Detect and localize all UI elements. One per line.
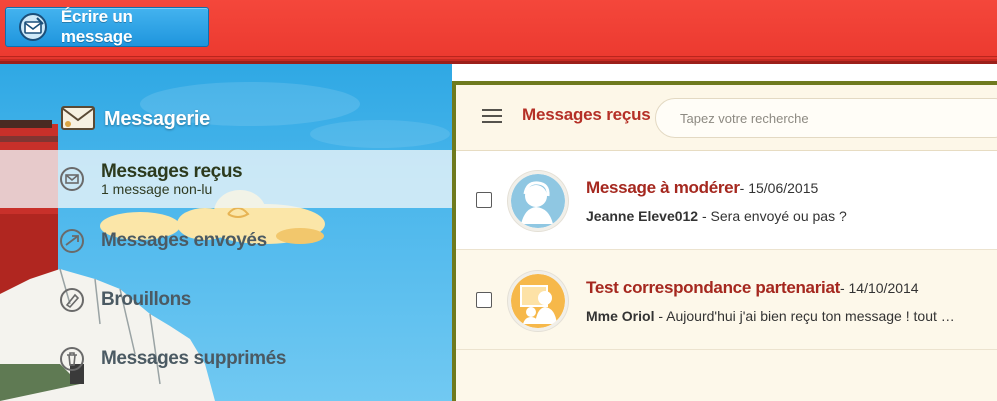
compose-message-button[interactable]: Écrire un message: [5, 7, 209, 47]
sidebar-item-brouillons[interactable]: Brouillons: [0, 271, 452, 329]
avatar: [508, 271, 568, 331]
message-subject: Message à modérer: [586, 178, 740, 197]
compose-button-label: Écrire un message: [60, 7, 133, 46]
envelope-icon: [60, 102, 96, 136]
unread-count-text: 1 message non-lu: [101, 180, 213, 197]
sidebar-item-label: Messages reçus: [101, 160, 243, 182]
sidebar-item-messages-recus[interactable]: Messages reçus 1 message non-lu: [0, 150, 452, 208]
top-bar: Écrire un message: [0, 0, 997, 57]
sidebar-item-messages-supprimes[interactable]: Messages supprimés: [0, 330, 452, 388]
trash-icon: [58, 345, 86, 373]
message-preview: Jeanne Eleve012 - Sera envoyé ou pas ?: [586, 208, 991, 224]
sidebar-item-label: Messages envoyés: [101, 230, 267, 251]
avatar: [508, 171, 568, 231]
message-header: Test correspondance partenariat - 14/10/…: [586, 278, 919, 298]
message-preview-text: - Aujourd'hui j'ai bien reçu ton message…: [654, 308, 955, 324]
message-preview-text: - Sera envoyé ou pas ?: [698, 208, 847, 224]
sidebar-item-label: Messages supprimés: [101, 348, 286, 369]
inbox-icon: [58, 165, 86, 193]
sidebar-navigation: Messagerie Messages reçus 1 message non-…: [0, 64, 452, 401]
message-date: - 14/10/2014: [839, 280, 919, 296]
messagerie-title-label: Messagerie: [104, 107, 210, 130]
message-date: - 15/06/2015: [739, 180, 819, 196]
draft-icon: [58, 286, 86, 314]
sidebar-item-messages-envoyes[interactable]: Messages envoyés: [0, 212, 452, 270]
message-sender: Jeanne Eleve012: [586, 208, 699, 224]
hamburger-icon[interactable]: [482, 109, 502, 125]
search-input[interactable]: [655, 98, 997, 138]
send-icon: [58, 227, 86, 255]
message-sender: Mme Oriol: [586, 308, 655, 324]
sidebar-item-label: Brouillons: [101, 289, 191, 310]
compose-mail-icon: [16, 10, 50, 44]
message-checkbox[interactable]: [476, 192, 492, 208]
message-row[interactable]: Message à modérer - 15/06/2015 Jeanne El…: [456, 151, 997, 250]
messagerie-title: Messagerie: [60, 102, 210, 136]
message-list-panel: Messages reçus Message à modérer - 15/06…: [452, 81, 997, 401]
message-row[interactable]: Test correspondance partenariat - 14/10/…: [456, 251, 997, 350]
top-bar-stripe: [0, 57, 997, 64]
message-preview: Mme Oriol - Aujourd'hui j'ai bien reçu t…: [586, 308, 991, 324]
page-title: Messages reçus: [522, 105, 651, 124]
message-list-header: Messages reçus: [456, 85, 997, 151]
message-header: Message à modérer - 15/06/2015: [586, 178, 818, 198]
message-subject: Test correspondance partenariat: [586, 278, 840, 297]
message-checkbox[interactable]: [476, 292, 492, 308]
